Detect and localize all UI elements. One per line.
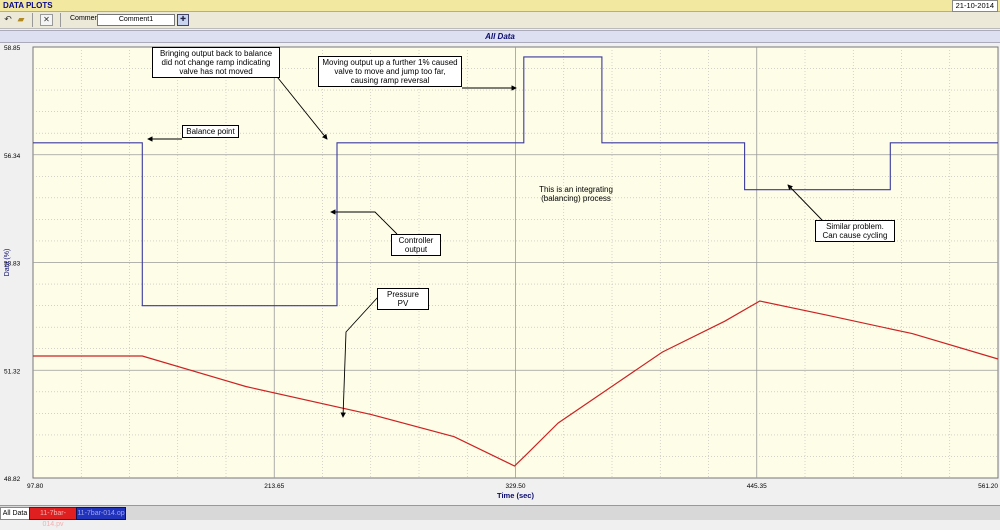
comment-label: Comment — [70, 15, 101, 22]
x-axis-label: Time (sec) — [497, 491, 534, 500]
date-display: 21-10-2014 — [951, 0, 998, 12]
annotation-reversal-note: Moving output up a further 1% caused val… — [318, 56, 462, 87]
y-tick-label: 48.82 — [4, 476, 21, 483]
title-bar: DATA PLOTS 21-10-2014 — [0, 0, 1000, 12]
tab-bar: All Data 11-7bar-014.pv 11-7bar-014.op — [0, 505, 1000, 528]
undo-icon[interactable]: ↶ — [2, 14, 14, 25]
x-tick-label: 329.50 — [506, 483, 526, 490]
annotation-balance-point: Balance point — [182, 125, 239, 138]
tab-pv[interactable]: 11-7bar-014.pv — [29, 507, 77, 528]
x-tick-label: 445.35 — [747, 483, 767, 490]
toolbar: ↶ ▰ ✕ Comment Comment1 ✚ — [0, 12, 1000, 29]
y-tick-label: 51.32 — [4, 368, 21, 375]
annotation-similar-problem: Similar problem. Can cause cycling — [815, 220, 895, 242]
window-title: DATA PLOTS — [3, 1, 53, 10]
y-tick-label: 56.34 — [4, 153, 21, 160]
open-folder-icon[interactable]: ▰ — [15, 14, 27, 25]
annotation-controller-output: Controller output — [391, 234, 441, 256]
tab-all-data[interactable]: All Data — [0, 507, 30, 520]
toolbar-separator — [60, 13, 61, 27]
x-tick-label: 97.80 — [27, 483, 44, 490]
annotation-balance-note: Bringing output back to balance did not … — [152, 47, 280, 78]
annotation-integrating: This is an integrating (balancing) proce… — [539, 185, 613, 203]
y-axis-label: Data (%) — [4, 249, 11, 277]
y-tick-label: 58.85 — [4, 45, 21, 52]
comment-add-icon[interactable]: ✚ — [177, 14, 189, 26]
annotation-pressure-pv: Pressure PV — [377, 288, 429, 310]
toolbar-separator — [32, 13, 33, 27]
close-icon[interactable]: ✕ — [40, 14, 53, 26]
chart-area: 97.80 213.65 329.50 445.35 561.20 58.85 56.34 5… — [4, 45, 999, 500]
x-tick-label: 561.20 — [978, 483, 998, 490]
x-tick-label: 213.65 — [264, 483, 284, 490]
tab-op[interactable]: 11-7bar-014.op — [76, 507, 126, 520]
comment-field[interactable]: Comment1 — [97, 14, 175, 26]
